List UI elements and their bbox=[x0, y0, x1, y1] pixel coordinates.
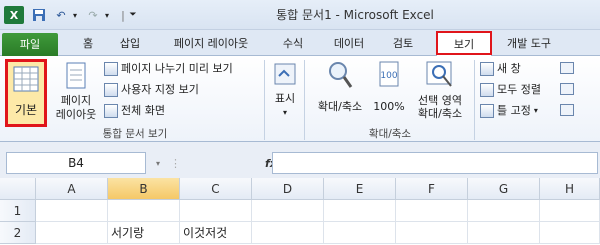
select-all-corner[interactable] bbox=[0, 178, 36, 200]
cell-e2[interactable] bbox=[324, 222, 396, 244]
cell-d1[interactable] bbox=[252, 200, 324, 222]
formula-separator-icon: ⋮ bbox=[170, 156, 182, 170]
freeze-panes-dropdown-icon: ▾ bbox=[533, 106, 538, 115]
zoom-100-button[interactable]: 100 100% bbox=[372, 60, 406, 120]
column-header-e[interactable]: E bbox=[324, 178, 396, 200]
cell-e1[interactable] bbox=[324, 200, 396, 222]
show-label: 표시 bbox=[274, 92, 296, 105]
freeze-panes-icon bbox=[480, 104, 494, 118]
title-bar: X ↶ ▾ ↷ ▾ | ⏷ 통합 문서1 - Microsoft Excel bbox=[0, 0, 600, 30]
full-screen-button[interactable]: 전체 화면 bbox=[104, 102, 165, 120]
row-header-1[interactable]: 1 bbox=[0, 200, 36, 222]
tab-review[interactable]: 검토 bbox=[380, 32, 426, 56]
name-box-dropdown-icon[interactable]: ▾ bbox=[156, 159, 160, 168]
tab-formulas[interactable]: 수식 bbox=[270, 32, 316, 56]
column-header-g[interactable]: G bbox=[468, 178, 540, 200]
workbook-views-group-label: 통합 문서 보기 bbox=[102, 128, 168, 140]
custom-views-button[interactable]: 사용자 지정 보기 bbox=[104, 81, 199, 99]
view-tab-highlight bbox=[436, 31, 492, 55]
window-title: 통합 문서1 - Microsoft Excel bbox=[276, 8, 434, 22]
normal-view-button[interactable]: 기본 bbox=[5, 59, 47, 127]
ribbon-tabs: 파일 홈 삽입 페이지 레이아웃 수식 데이터 검토 보기 개발 도구 bbox=[0, 30, 600, 56]
cell-h1[interactable] bbox=[540, 200, 600, 222]
name-box[interactable]: B4 bbox=[6, 152, 146, 174]
separator bbox=[474, 60, 475, 140]
cell-c1[interactable] bbox=[180, 200, 252, 222]
zoom-button[interactable]: 확대/축소 bbox=[308, 60, 372, 120]
cell-f1[interactable] bbox=[396, 200, 468, 222]
unhide-window-icon[interactable] bbox=[560, 104, 574, 116]
page-layout-icon bbox=[66, 62, 86, 89]
page-layout-view-button[interactable]: 페이지 레이아웃 bbox=[52, 60, 100, 124]
zoom-group-label: 확대/축소 bbox=[368, 128, 412, 140]
page-break-preview-label: 페이지 나누기 미리 보기 bbox=[121, 62, 233, 75]
zoom-to-selection-button[interactable]: 선택 영역 확대/축소 bbox=[408, 60, 472, 122]
arrange-all-button[interactable]: 모두 정렬 bbox=[480, 81, 541, 99]
show-icon bbox=[274, 63, 296, 85]
page-break-preview-button[interactable]: 페이지 나누기 미리 보기 bbox=[104, 60, 233, 78]
cell-d2[interactable] bbox=[252, 222, 324, 244]
cell-h2[interactable] bbox=[540, 222, 600, 244]
separator bbox=[304, 60, 305, 140]
formula-bar-area: B4 ▾ ⋮ fx bbox=[0, 142, 600, 178]
custom-views-label: 사용자 지정 보기 bbox=[121, 83, 199, 96]
full-screen-icon bbox=[104, 104, 118, 118]
cell-a2[interactable] bbox=[36, 222, 108, 244]
cell-g1[interactable] bbox=[468, 200, 540, 222]
arrange-all-label: 모두 정렬 bbox=[497, 83, 541, 96]
cell-f2[interactable] bbox=[396, 222, 468, 244]
column-header-b[interactable]: B bbox=[108, 178, 180, 200]
tab-home[interactable]: 홈 bbox=[68, 32, 108, 56]
zoom-magnifier-icon bbox=[329, 62, 353, 88]
new-window-icon bbox=[480, 62, 494, 76]
cell-c2[interactable]: 이것저것 bbox=[180, 222, 252, 244]
row-header-2[interactable]: 2 bbox=[0, 222, 36, 244]
full-screen-label: 전체 화면 bbox=[121, 104, 165, 117]
zoom-100-label: 100% bbox=[373, 100, 405, 113]
freeze-panes-label: 틀 고정 bbox=[497, 104, 531, 117]
show-button[interactable]: 표시 ▾ bbox=[268, 60, 302, 122]
split-icon[interactable] bbox=[560, 62, 574, 74]
formula-input[interactable] bbox=[272, 152, 598, 174]
ribbon: 기본 페이지 레이아웃 페이지 나누기 미리 보기 사용자 지정 보기 전체 화… bbox=[0, 56, 600, 142]
column-header-f[interactable]: F bbox=[396, 178, 468, 200]
hide-window-icon[interactable] bbox=[560, 83, 574, 95]
new-window-button[interactable]: 새 창 bbox=[480, 60, 521, 78]
tab-page-layout[interactable]: 페이지 레이아웃 bbox=[156, 32, 266, 56]
tab-data[interactable]: 데이터 bbox=[322, 32, 376, 56]
page-layout-view-label: 페이지 레이아웃 bbox=[55, 94, 97, 121]
tab-insert[interactable]: 삽입 bbox=[108, 32, 152, 56]
separator bbox=[264, 60, 265, 140]
new-window-label: 새 창 bbox=[497, 62, 521, 75]
tab-file[interactable]: 파일 bbox=[2, 33, 58, 56]
formula-buttons: ▾ ⋮ fx bbox=[150, 152, 277, 174]
cell-a1[interactable] bbox=[36, 200, 108, 222]
show-dropdown-icon: ▾ bbox=[282, 108, 287, 117]
page-break-icon bbox=[104, 62, 118, 76]
column-header-a[interactable]: A bbox=[36, 178, 108, 200]
cell-b2[interactable]: 서기랑 bbox=[108, 222, 180, 244]
column-header-c[interactable]: C bbox=[180, 178, 252, 200]
cell-b1[interactable] bbox=[108, 200, 180, 222]
cell-g2[interactable] bbox=[468, 222, 540, 244]
freeze-panes-button[interactable]: 틀 고정 ▾ bbox=[480, 102, 538, 120]
spreadsheet-grid: A B C D E F G H 1 2 서기랑 이것저것 bbox=[0, 178, 600, 245]
normal-view-icon bbox=[13, 66, 39, 92]
svg-text:100: 100 bbox=[380, 71, 397, 81]
arrange-all-icon bbox=[480, 83, 494, 97]
zoom-label: 확대/축소 bbox=[317, 100, 363, 113]
column-header-d[interactable]: D bbox=[252, 178, 324, 200]
custom-views-icon bbox=[104, 83, 118, 97]
normal-view-label: 기본 bbox=[14, 103, 38, 117]
zoom-selection-icon bbox=[426, 61, 452, 87]
zoom-selection-label: 선택 영역 확대/축소 bbox=[417, 94, 463, 120]
tab-developer[interactable]: 개발 도구 bbox=[496, 32, 562, 56]
zoom-100-icon: 100 bbox=[379, 61, 399, 87]
column-header-h[interactable]: H bbox=[540, 178, 600, 200]
